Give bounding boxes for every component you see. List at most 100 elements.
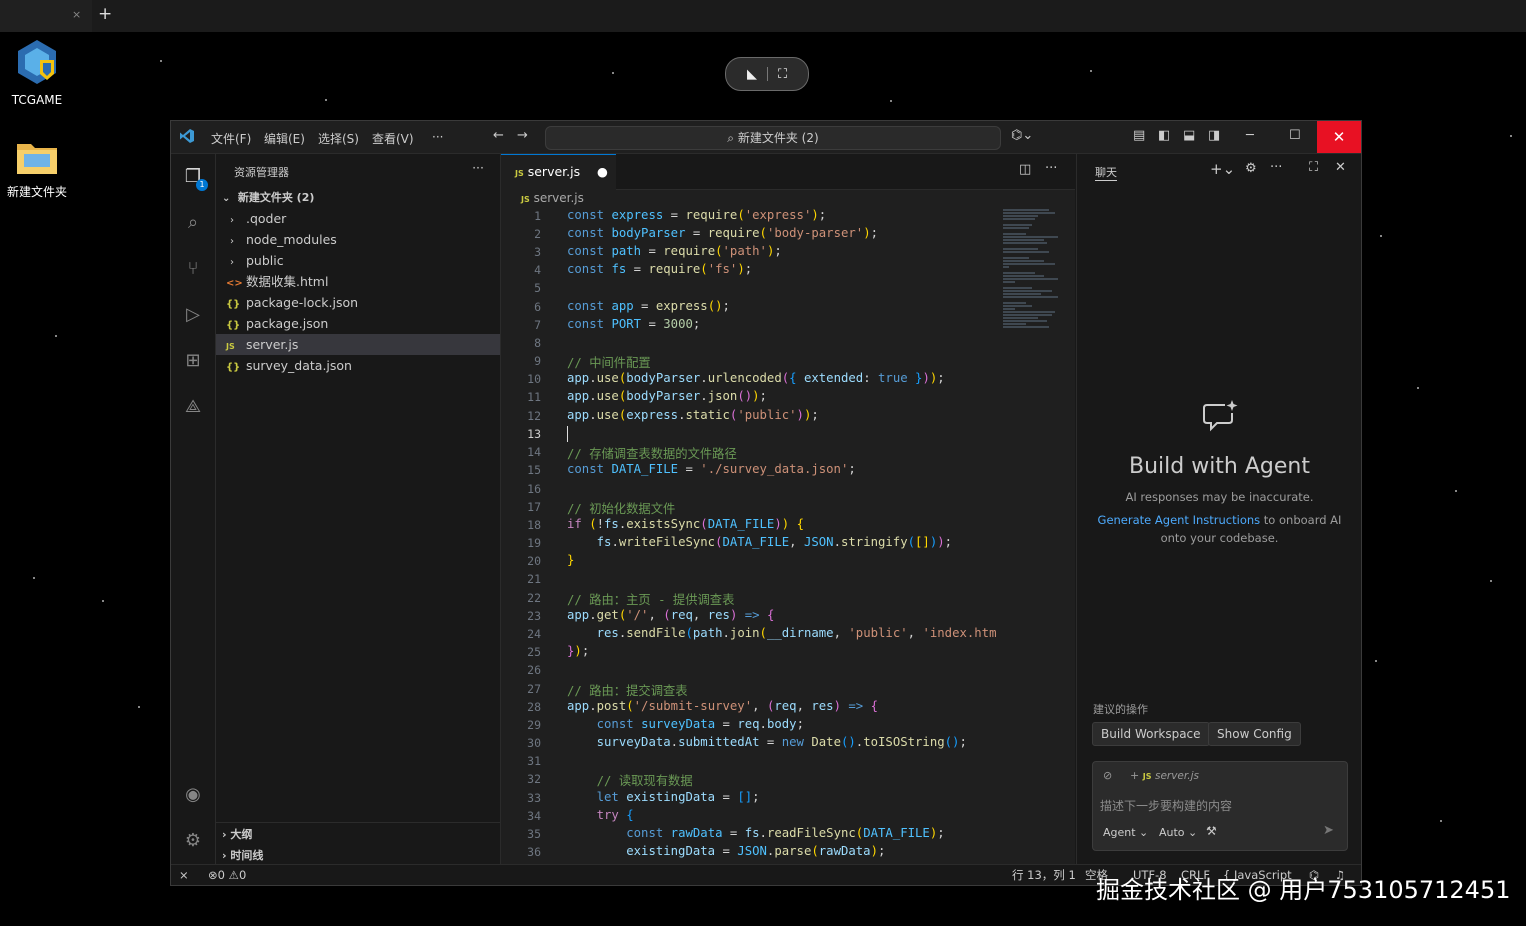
- tab-server-js[interactable]: JS server.js ●: [501, 154, 616, 190]
- remote-indicator-icon[interactable]: ⨯: [179, 865, 189, 885]
- chat-input-box[interactable]: ⊘ + JS server.js 描述下一步要构建的内容 Agent ⌄ Aut…: [1092, 761, 1348, 851]
- tree-item-node-modules[interactable]: › node_modules: [216, 229, 500, 250]
- menu-selection[interactable]: 选择(S): [318, 130, 359, 147]
- breadcrumb[interactable]: JS server.js: [521, 191, 584, 205]
- tools-icon[interactable]: ⚒: [1206, 824, 1217, 838]
- tree-item-label: 数据收集.html: [245, 274, 329, 289]
- browser-tab[interactable]: ×: [0, 0, 92, 32]
- line-number: 23: [527, 609, 541, 623]
- activity-bar: ❐ 1 ⌕ ⑂ ▷ ⊞ ⟁ ◉ ⚙: [171, 154, 216, 864]
- copilot-icon[interactable]: ⌬⌄: [1011, 128, 1033, 143]
- cursor-share-icon[interactable]: ◣: [747, 67, 757, 82]
- close-panel-icon[interactable]: ✕: [1335, 160, 1346, 175]
- more-actions-icon[interactable]: ···: [1270, 160, 1282, 175]
- code-line: // 路由：主页 - 提供调查表: [567, 593, 735, 607]
- tree-item-server-js[interactable]: JS server.js: [216, 334, 500, 355]
- source-control-icon[interactable]: ⑂: [181, 256, 205, 280]
- code-line: surveyData.submittedAt = new Date().toIS…: [596, 735, 967, 749]
- fullscreen-icon[interactable]: ⛶: [778, 67, 787, 82]
- toggle-secondary-sidebar-icon[interactable]: ◨: [1208, 128, 1220, 143]
- remote-icon[interactable]: ⟁: [181, 394, 205, 418]
- mode-dropdown[interactable]: Agent ⌄: [1103, 826, 1148, 839]
- desktop-icon-folder[interactable]: 新建文件夹: [0, 138, 74, 200]
- tree-item-public[interactable]: › public: [216, 250, 500, 271]
- folder-root[interactable]: ⌄ 新建文件夹 (2): [216, 187, 500, 208]
- toggle-sidebar-icon[interactable]: ◧: [1158, 128, 1170, 143]
- extensions-icon[interactable]: ⊞: [181, 348, 205, 372]
- new-chat-icon[interactable]: +⌄: [1210, 160, 1235, 178]
- code-line: if (!fs.existsSync(DATA_FILE)) {: [567, 517, 804, 531]
- minimize-icon[interactable]: ─: [1246, 128, 1254, 143]
- split-editor-icon[interactable]: ◫: [1019, 162, 1031, 177]
- more-actions-icon[interactable]: ···: [472, 160, 484, 175]
- search-icon[interactable]: ⌕: [181, 210, 205, 234]
- tree-item-survey-data[interactable]: {} survey_data.json: [216, 355, 500, 376]
- chevron-right-icon: ›: [230, 236, 234, 247]
- forward-arrow-icon[interactable]: →: [517, 128, 528, 143]
- code-line: // 读取现有数据: [596, 774, 693, 788]
- show-config-button[interactable]: Show Config: [1208, 722, 1301, 746]
- code-line: // 路由：提交调查表: [567, 684, 688, 698]
- run-debug-icon[interactable]: ▷: [181, 302, 205, 326]
- code-editor: JS server.js ● ◫ ··· JS server.js 1 cons…: [501, 154, 1075, 864]
- generate-instructions-link[interactable]: Generate Agent Instructions: [1098, 513, 1261, 527]
- desktop-icon-tcgame[interactable]: TCGAME: [0, 38, 74, 107]
- tree-item-package-json[interactable]: {} package.json: [216, 313, 500, 334]
- layout-customize-icon[interactable]: ▤: [1133, 128, 1145, 143]
- new-tab-button[interactable]: +: [98, 4, 112, 24]
- settings-gear-icon[interactable]: ⚙: [181, 828, 205, 852]
- explorer-icon[interactable]: ❐ 1: [181, 164, 208, 191]
- line-number: 10: [527, 372, 541, 386]
- js-file-icon: JS: [515, 169, 524, 178]
- line-number: 28: [527, 700, 541, 714]
- close-tab-icon[interactable]: ×: [72, 8, 81, 21]
- add-context-chip[interactable]: + JS server.js: [1130, 769, 1199, 782]
- code-line: const app = express();: [567, 299, 730, 313]
- json-file-icon: {}: [226, 299, 241, 310]
- line-number: 27: [527, 682, 541, 696]
- model-dropdown[interactable]: Auto ⌄: [1159, 826, 1197, 839]
- build-workspace-button[interactable]: Build Workspace: [1092, 722, 1210, 746]
- menu-more[interactable]: ···: [432, 130, 443, 144]
- divider: [766, 67, 768, 81]
- attach-icon[interactable]: ⊘: [1103, 769, 1112, 782]
- tree-item-html[interactable]: <> 数据收集.html: [216, 271, 500, 292]
- line-number: 21: [527, 572, 541, 586]
- unsaved-dot-icon[interactable]: ●: [597, 155, 608, 189]
- desktop-icon-label: TCGAME: [11, 93, 63, 107]
- command-center-search[interactable]: ⌕ 新建文件夹 (2): [545, 126, 1001, 150]
- line-number: 24: [527, 627, 541, 641]
- maximize-panel-icon[interactable]: ⛶: [1309, 160, 1318, 175]
- chat-title-tab[interactable]: 聊天: [1095, 164, 1117, 181]
- code-line: app.use(bodyParser.urlencoded({ extended…: [567, 371, 945, 385]
- tree-item-package-lock[interactable]: {} package-lock.json: [216, 292, 500, 313]
- watermark: 掘金技术社区 @ 用户753105712451: [1096, 876, 1511, 904]
- more-actions-icon[interactable]: ···: [1045, 161, 1057, 176]
- agent-chat-sparkle-icon: [1203, 400, 1238, 432]
- code-line: // 存储调查表数据的文件路径: [567, 447, 737, 461]
- chevron-right-icon: ›: [230, 215, 234, 226]
- maximize-icon[interactable]: ☐: [1289, 128, 1301, 143]
- close-window-button[interactable]: ✕: [1317, 121, 1361, 153]
- account-icon[interactable]: ◉: [181, 782, 205, 806]
- tree-item-qoder[interactable]: › .qoder: [216, 208, 500, 229]
- menu-edit[interactable]: 编辑(E): [264, 130, 305, 147]
- line-number: 32: [527, 772, 541, 786]
- outline-section[interactable]: › 大纲: [222, 826, 252, 842]
- send-icon[interactable]: ➤: [1323, 823, 1334, 838]
- menu-view[interactable]: 查看(V): [372, 130, 414, 147]
- timeline-section[interactable]: › 时间线: [222, 847, 263, 863]
- code-line: existingData = JSON.parse(rawData);: [626, 844, 886, 858]
- json-file-icon: {}: [226, 320, 241, 331]
- code-line: app.use(bodyParser.json());: [567, 389, 767, 403]
- cursor-position[interactable]: 行 13，列 1: [1012, 865, 1076, 885]
- settings-gear-icon[interactable]: ⚙: [1245, 161, 1257, 176]
- problems-indicator[interactable]: ⊗0 ⚠0: [208, 865, 246, 885]
- back-arrow-icon[interactable]: ←: [493, 128, 504, 143]
- tree-item-label: node_modules: [245, 232, 337, 247]
- toggle-panel-icon[interactable]: ⬓: [1183, 128, 1195, 143]
- line-number: 35: [527, 827, 541, 841]
- minimap[interactable]: [1003, 208, 1061, 388]
- code-line: try {: [596, 808, 634, 822]
- menu-file[interactable]: 文件(F): [211, 130, 251, 147]
